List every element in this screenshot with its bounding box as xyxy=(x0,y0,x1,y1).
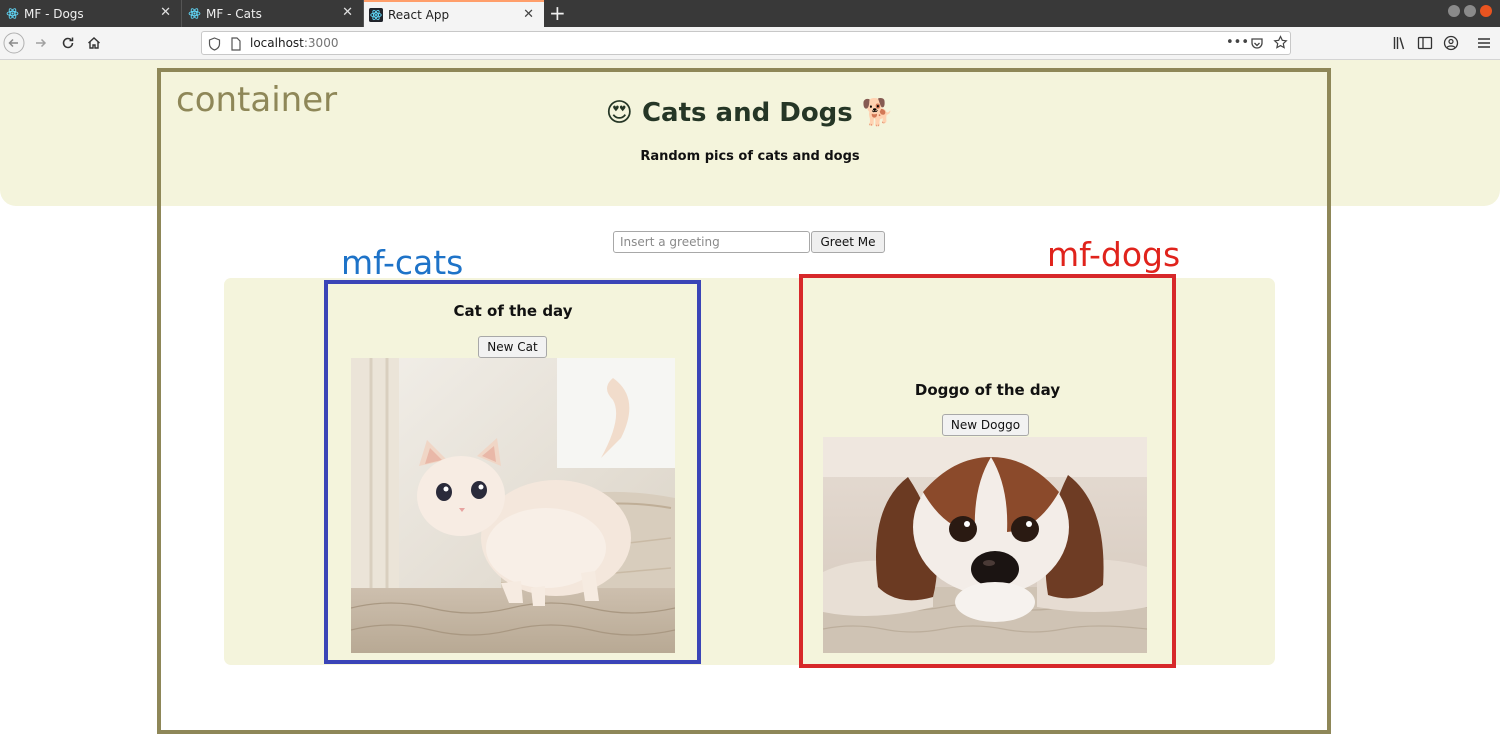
home-icon[interactable] xyxy=(83,32,105,54)
account-icon[interactable] xyxy=(1440,32,1462,54)
bookmark-star-icon[interactable] xyxy=(1273,35,1288,54)
shield-icon[interactable] xyxy=(208,36,221,55)
close-tab-icon[interactable]: ✕ xyxy=(523,8,534,22)
close-tab-icon[interactable]: ✕ xyxy=(342,6,353,20)
react-icon xyxy=(369,7,383,22)
mf-dogs-annotation-label: mf-dogs xyxy=(1047,235,1181,274)
container-annotation-label: container xyxy=(176,80,338,120)
tab-label: MF - Dogs xyxy=(24,6,84,21)
tab-react-app[interactable]: React App ✕ xyxy=(364,0,544,27)
forward-icon[interactable] xyxy=(30,32,52,54)
mf-cats-annotation-label: mf-cats xyxy=(341,243,464,282)
maximize-window-icon[interactable] xyxy=(1464,5,1476,17)
react-icon xyxy=(5,7,19,21)
back-icon[interactable] xyxy=(3,32,25,54)
url-bar[interactable]: localhost:3000 ••• xyxy=(201,31,1291,55)
app-page: 😍 Cats and Dogs 🐕 Random pics of cats an… xyxy=(0,60,1500,744)
mf-dogs-outline xyxy=(799,274,1176,668)
library-icon[interactable] xyxy=(1389,32,1411,54)
menu-icon[interactable] xyxy=(1473,32,1495,54)
browser-tab-bar: MF - Dogs ✕ MF - Cats ✕ React App ✕ + xyxy=(0,0,1500,27)
close-tab-icon[interactable]: ✕ xyxy=(160,6,171,20)
page-icon[interactable] xyxy=(230,36,242,55)
url-text[interactable]: localhost:3000 xyxy=(250,36,338,50)
tab-label: MF - Cats xyxy=(206,6,262,21)
pocket-icon[interactable] xyxy=(1250,36,1264,55)
reload-icon[interactable] xyxy=(57,32,79,54)
tab-label: React App xyxy=(388,7,450,22)
sidebar-icon[interactable] xyxy=(1414,32,1436,54)
close-window-icon[interactable] xyxy=(1480,5,1492,17)
minimize-window-icon[interactable] xyxy=(1448,5,1460,17)
react-icon xyxy=(187,7,201,21)
new-tab-icon[interactable]: + xyxy=(549,3,566,23)
tab-mf-cats[interactable]: MF - Cats ✕ xyxy=(182,0,364,27)
browser-nav-bar: localhost:3000 ••• xyxy=(0,27,1500,60)
tab-mf-dogs[interactable]: MF - Dogs ✕ xyxy=(0,0,182,27)
page-actions-icon[interactable]: ••• xyxy=(1226,35,1249,50)
mf-cats-outline xyxy=(324,280,701,664)
